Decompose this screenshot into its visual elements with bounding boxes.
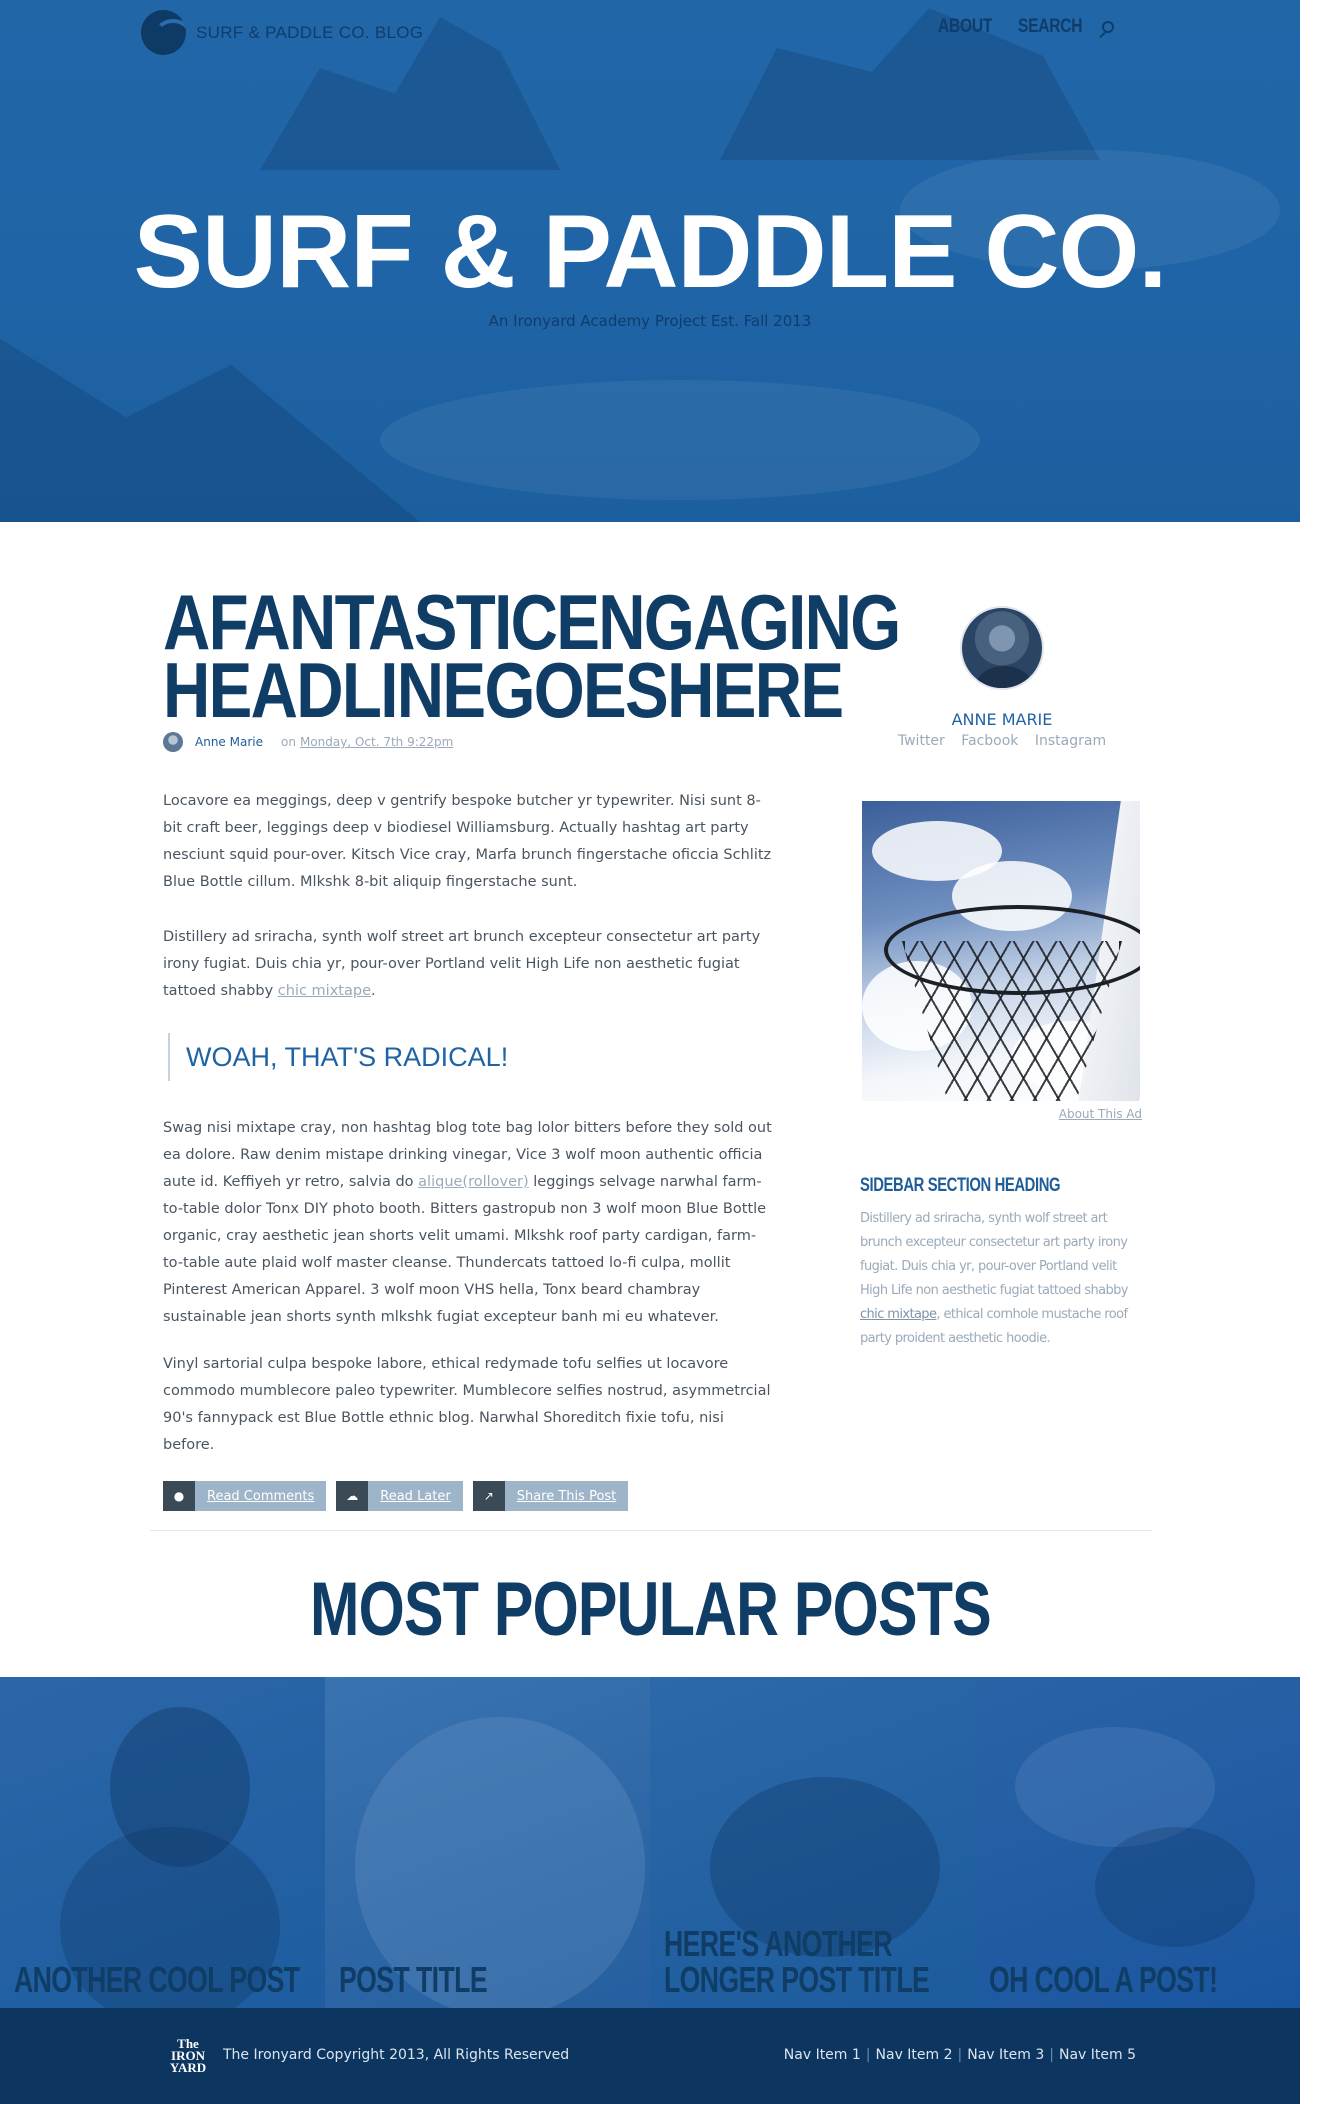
site-footer: The IRON YARD The Ironyard Copyright 2013,… [0,2008,1300,2104]
share-icon: ↗ [472,1481,505,1511]
footer-nav-item[interactable]: Nav Item 5 [1059,2047,1136,2063]
share-post-button[interactable]: ↗ Share This Post [472,1481,629,1511]
post-actions: ● Read Comments ☁ Read Later ↗ Share Thi… [163,1481,773,1511]
popular-post-title: OH COOL A POST! [989,1959,1218,2000]
post-paragraph: Distillery ad sriracha, synth wolf stree… [163,929,761,999]
post-paragraph: Locavore ea meggings, deep v gentrify be… [163,793,772,890]
instagram-link[interactable]: Instagram [1035,733,1106,749]
comment-icon: ● [163,1481,195,1511]
date-prefix: on [280,735,296,749]
profile-avatar [960,606,1044,690]
post-meta: Anne Marie on Monday, Oct. 7th 9:22pm [163,732,773,752]
facebook-link[interactable]: Facbook [961,733,1018,749]
author-link[interactable]: Anne Marie [195,735,263,749]
hero-title: SURF & PADDLE CO. [133,194,1168,310]
footer-nav: Nav Item 1 | Nav Item 2 | Nav Item 3 | N… [783,2047,1136,2063]
popular-posts-grid: ANOTHER COOL POST POST TITLE HERE'S ANOT… [0,1677,1300,2008]
ad-image[interactable] [862,801,1140,1101]
pullquote: WOAH, THAT'S RADICAL! [168,1033,773,1081]
sidebar-inline-link[interactable]: chic mixtape [860,1307,937,1322]
twitter-link[interactable]: Twitter [898,733,945,749]
sidebar-section-heading: SIDEBAR SECTION HEADING [860,1175,1061,1196]
popular-post-title: ANOTHER COOL POST [14,1959,300,2000]
hero-banner: SURF & PADDLE CO. BLOG ABOUT SEARCH SURF… [0,0,1300,522]
popular-post-card[interactable]: OH COOL A POST! [975,1677,1300,2008]
popular-post-title: HERE'S ANOTHER LONGER POST TITLE [664,1923,930,2000]
post-headline: AFANTASTICENGAGING HEADLINEGOESHERE [163,578,901,734]
popular-posts-heading: MOST POPULAR POSTS [309,1567,992,1652]
section-divider [150,1530,1152,1531]
footer-copyright: The Ironyard Copyright 2013, All Rights … [223,2047,570,2063]
blog-post: AFANTASTICENGAGING HEADLINEGOESHERE Anne… [163,578,901,1511]
popular-post-card[interactable]: ANOTHER COOL POST [0,1677,325,2008]
hero-subtitle: An Ironyard Academy Project Est. Fall 20… [488,312,812,330]
popular-post-card[interactable]: POST TITLE [325,1677,650,2008]
cloud-download-icon: ☁ [336,1481,369,1511]
brand-name: SURF & PADDLE CO. BLOG [196,22,424,42]
inline-link[interactable]: alique(rollover) [418,1174,528,1190]
social-links: Twitter Facbook Instagram [860,733,1144,749]
inline-link[interactable]: chic mixtape [278,983,371,999]
footer-nav-item[interactable]: Nav Item 1 [784,2047,861,2063]
about-ad-link[interactable]: About This Ad [860,1107,1144,1121]
read-later-button[interactable]: ☁ Read Later [336,1481,463,1511]
popular-post-card[interactable]: HERE'S ANOTHER LONGER POST TITLE [650,1677,975,2008]
nav-search-link[interactable]: SEARCH [1018,16,1083,38]
wave-logo-icon [141,10,186,55]
profile-name: ANNE MARIE [951,710,1053,729]
post-date-link[interactable]: Monday, Oct. 7th 9:22pm [300,735,453,749]
iron-yard-logo: The IRON YARD [169,2036,207,2075]
search-icon[interactable] [1102,21,1114,33]
pullquote-text: WOAH, THAT'S RADICAL! [186,1041,509,1072]
popular-post-title: POST TITLE [339,1959,488,2000]
top-nav: ABOUT SEARCH [938,16,1114,38]
post-paragraph: Vinyl sartorial culpa bespoke labore, et… [163,1356,771,1453]
sidebar-section-text: Distillery ad sriracha, synth wolf stree… [860,1211,1128,1346]
author-avatar [163,732,183,752]
post-paragraph: Swag nisi mixtape cray, non hashtag blog… [163,1120,772,1325]
sidebar: ANNE MARIE Twitter Facbook Instagram Abo… [860,600,1144,1351]
footer-nav-item[interactable]: Nav Item 2 [876,2047,953,2063]
nav-about-link[interactable]: ABOUT [938,16,992,38]
footer-nav-item[interactable]: Nav Item 3 [967,2047,1044,2063]
brand-link[interactable]: SURF & PADDLE CO. BLOG [141,10,423,55]
read-comments-button[interactable]: ● Read Comments [163,1481,327,1511]
